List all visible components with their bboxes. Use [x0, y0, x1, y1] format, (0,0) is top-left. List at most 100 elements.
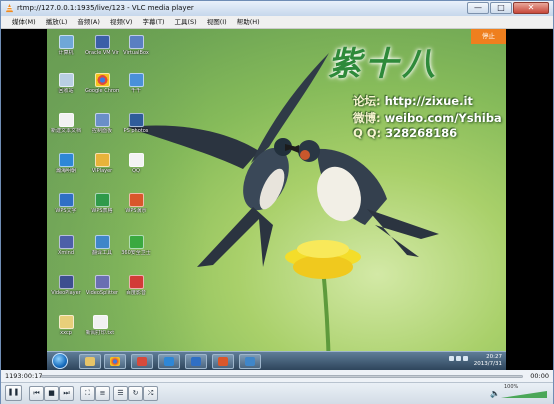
- menu-media[interactable]: 媒体(M): [7, 16, 41, 28]
- taskbar-wps-presentation[interactable]: [212, 354, 234, 369]
- shuffle-button[interactable]: ⤮: [143, 386, 158, 401]
- seek-slider[interactable]: [41, 375, 523, 378]
- menu-playback[interactable]: 播放(L): [41, 16, 73, 28]
- desktop-icon-ie[interactable]: 瀚海明朝: [49, 153, 83, 174]
- tray-network-icon[interactable]: [449, 356, 454, 361]
- icon-label: 千千: [130, 88, 141, 94]
- close-icon: ✕: [527, 3, 535, 12]
- video-output[interactable]: 停止 紫十八 论坛: http://zixue.it 微博: weibo.com…: [1, 29, 553, 370]
- forum-label: 论坛:: [353, 94, 381, 108]
- stop-sharing-button[interactable]: 停止: [471, 29, 506, 44]
- fullscreen-button[interactable]: ⛶: [80, 386, 95, 401]
- menu-bar: 媒体(M) 播放(L) 音频(A) 视频(V) 字幕(T) 工具(S) 视图(I…: [1, 16, 553, 29]
- player-icon: [94, 153, 110, 167]
- desktop-icon-viplayer[interactable]: VIPlayer: [85, 153, 119, 174]
- minimize-icon: —: [474, 3, 482, 12]
- weibo-line: 微博: weibo.com/Yshiba: [353, 110, 502, 126]
- tray-volume-icon[interactable]: [456, 356, 461, 361]
- menu-tools[interactable]: 工具(S): [170, 16, 202, 28]
- desktop-icon-new-text[interactable]: 新建文本文档: [49, 113, 83, 134]
- volume-slider[interactable]: [501, 391, 547, 398]
- tray-flag-icon[interactable]: [463, 356, 468, 361]
- desktop-icon-computer[interactable]: 计算机: [49, 35, 83, 56]
- virtualbox-icon: [128, 35, 144, 49]
- icon-label: VideoPlayer: [51, 290, 81, 296]
- chrome-icon: [94, 73, 110, 87]
- maximize-icon: □: [497, 3, 505, 12]
- qq-penguin-icon: [128, 153, 144, 167]
- minimize-button[interactable]: —: [467, 2, 489, 14]
- menu-view[interactable]: 视图(I): [202, 16, 232, 28]
- security-icon: [128, 235, 144, 249]
- text-file-icon: [92, 315, 108, 329]
- icon-label: WPS表格: [91, 208, 113, 214]
- desktop-icon-virtualbox-manager[interactable]: Oracle VM VirtualBox: [85, 35, 119, 56]
- weibo-url: weibo.com/Yshiba: [384, 111, 502, 125]
- desktop-icon-wps-spreadsheet[interactable]: WPS表格: [85, 193, 119, 214]
- qq-number: 328268186: [385, 126, 458, 140]
- close-button[interactable]: ✕: [513, 2, 549, 14]
- desktop-icon-wps-writer[interactable]: WPS文字: [49, 193, 83, 214]
- stop-button[interactable]: ■: [44, 386, 59, 401]
- desktop-icon-photoshop[interactable]: PS photos: [119, 113, 153, 134]
- icon-label: WPS演示: [125, 208, 147, 214]
- icon-label: 360安全卫士: [121, 250, 151, 256]
- desktop-icon-control-panel[interactable]: 控制面板: [85, 113, 119, 134]
- wps-presentation-icon: [128, 193, 144, 207]
- tray-clock[interactable]: 20:27 2013/7/31: [474, 354, 502, 368]
- window-controls: — □ ✕: [466, 2, 549, 14]
- desktop-icon-360[interactable]: 360安全卫士: [119, 235, 153, 256]
- extended-settings-button[interactable]: ≡: [95, 386, 110, 401]
- desktop-icon-xmind[interactable]: Xmind: [49, 235, 83, 256]
- qq-label: Q Q:: [353, 126, 382, 140]
- app-icon: [137, 357, 147, 366]
- playlist-button[interactable]: ☰: [113, 386, 128, 401]
- title-bar[interactable]: rtmp://127.0.0.1:1935/live/123 - VLC med…: [1, 1, 553, 16]
- taskbar-explorer[interactable]: [79, 354, 101, 369]
- start-button[interactable]: [52, 353, 68, 369]
- menu-help[interactable]: 帮助(H): [232, 16, 265, 28]
- icon-label: PS photos: [123, 128, 149, 134]
- desktop-icon-wps-presentation[interactable]: WPS演示: [119, 193, 153, 214]
- music-player-icon: [128, 73, 144, 87]
- taskbar-wps-writer[interactable]: [185, 354, 207, 369]
- menu-video[interactable]: 视频(V): [105, 16, 138, 28]
- app-icon: [245, 357, 255, 366]
- desktop-icon-qianqian[interactable]: 千千: [119, 73, 153, 94]
- desktop-icon-chrome[interactable]: Google Chrome: [85, 73, 119, 94]
- weibo-label: 微博:: [353, 111, 381, 125]
- icon-label: 瀚海明朝: [55, 168, 76, 174]
- desktop-icon-print-txt[interactable]: 新闻打印.txt: [83, 315, 117, 336]
- brand-logo-text: 紫十八: [328, 44, 439, 83]
- icon-label: VirtualBox: [123, 50, 149, 56]
- icon-label: 新闻打印.txt: [85, 330, 115, 336]
- menu-audio[interactable]: 音频(A): [72, 16, 105, 28]
- taskbar-chrome[interactable]: [104, 354, 126, 369]
- taskbar-ie[interactable]: [158, 354, 180, 369]
- computer-icon: [58, 35, 74, 49]
- forum-url: http://zixue.it: [384, 94, 473, 108]
- video-splitter-icon: [94, 275, 110, 289]
- desktop-icon-qq[interactable]: QQ: [119, 153, 153, 174]
- video-player-icon: [58, 275, 74, 289]
- desktop-icon-videoplayer[interactable]: VideoPlayer: [49, 275, 83, 296]
- pause-button[interactable]: ❚❚: [5, 385, 22, 401]
- desktop-icon-folder[interactable]: xxcp: [49, 315, 83, 336]
- maximize-button[interactable]: □: [490, 2, 512, 14]
- previous-button[interactable]: ⏮: [29, 386, 44, 401]
- browser-icon: [164, 357, 174, 366]
- taskbar-app-blue[interactable]: [239, 354, 261, 369]
- qq-line: Q Q: 328268186: [353, 126, 457, 140]
- desktop-icon-recycle-bin[interactable]: 回收站: [49, 73, 83, 94]
- desktop-icon-videosplitter[interactable]: VideoSplitter: [85, 275, 119, 296]
- loop-button[interactable]: ↻: [128, 386, 143, 401]
- desktop-icon-translate[interactable]: 翻译工具: [85, 235, 119, 256]
- icon-label: Google Chrome: [85, 88, 119, 94]
- desktop-icon-baidu-player[interactable]: 百度影音: [119, 275, 153, 296]
- streamed-taskbar: 20:27 2013/7/31: [47, 351, 506, 370]
- desktop-icon-virtualbox[interactable]: VirtualBox: [119, 35, 153, 56]
- menu-subtitle[interactable]: 字幕(T): [137, 16, 169, 28]
- speaker-icon[interactable]: 🔈: [490, 389, 500, 398]
- taskbar-app-red[interactable]: [131, 354, 153, 369]
- next-button[interactable]: ⏭: [59, 386, 74, 401]
